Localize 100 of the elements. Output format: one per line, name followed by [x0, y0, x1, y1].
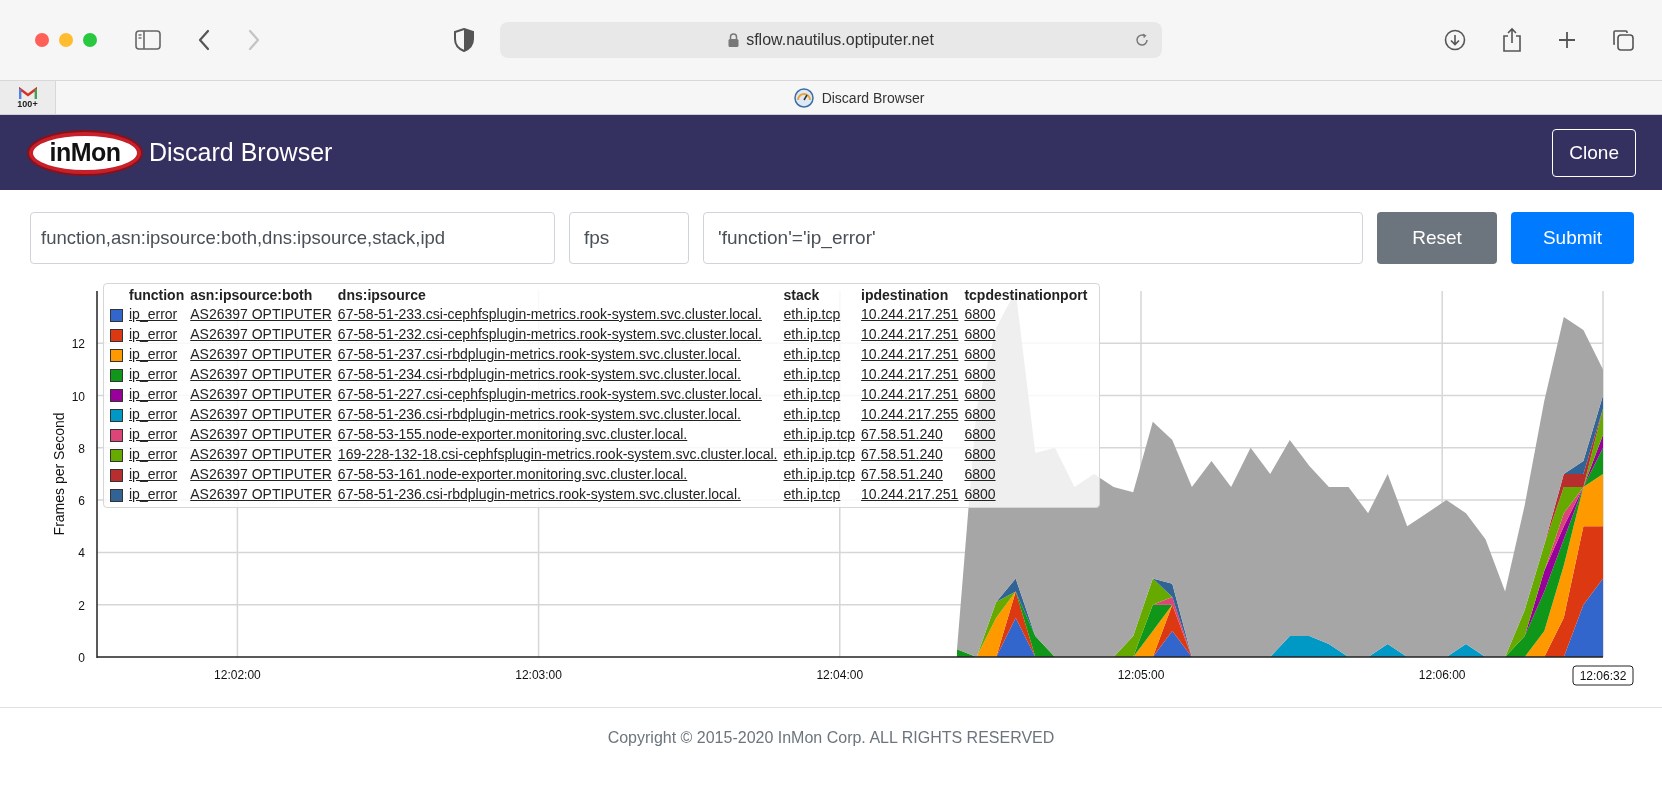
filter-link[interactable]: 6800	[964, 386, 996, 402]
shield-icon[interactable]	[454, 28, 474, 52]
filter-link[interactable]: 10.244.217.251	[861, 366, 959, 382]
filter-link[interactable]: AS26397 OPTIPUTER	[190, 346, 332, 362]
logo[interactable]: inMon	[29, 131, 141, 174]
axis-tick-label: 12:03:00	[515, 668, 562, 682]
filter-link[interactable]: AS26397 OPTIPUTER	[190, 366, 332, 382]
tabs-overview-icon[interactable]	[1612, 29, 1634, 51]
reload-icon[interactable]	[1134, 32, 1150, 48]
filter-link[interactable]: 10.244.217.251	[861, 326, 959, 342]
pinned-tab[interactable]: 100+	[0, 80, 56, 114]
filter-link[interactable]: eth.ip.tcp	[783, 346, 841, 362]
filter-link[interactable]: 67-58-51-233.csi-cephfsplugin-metrics.rook-system.svc.cluster.local.	[337, 306, 762, 322]
filter-link[interactable]: eth.ip.ip.tcp	[783, 466, 856, 482]
filter-link[interactable]: 6800	[964, 306, 996, 322]
time-marker-label: 12:06:32	[1572, 665, 1634, 686]
filter-link[interactable]: ip_error	[129, 466, 178, 482]
reset-button[interactable]: Reset	[1377, 212, 1497, 264]
filter-link[interactable]: 10.244.217.251	[861, 306, 959, 322]
filter-link[interactable]: 67-58-51-236.csi-rbdplugin-metrics.rook-system.svc.cluster.local.	[337, 486, 741, 502]
filter-link[interactable]: eth.ip.tcp	[783, 486, 841, 502]
back-icon[interactable]	[197, 29, 211, 51]
filter-link[interactable]: 10.244.217.251	[861, 486, 959, 502]
filter-link[interactable]: eth.ip.ip.tcp	[783, 426, 856, 442]
filter-link[interactable]: 10.244.217.255	[861, 406, 959, 422]
filter-link[interactable]: 6800	[964, 406, 996, 422]
filter-link[interactable]: eth.ip.ip.tcp	[783, 446, 856, 462]
filter-link[interactable]: 67-58-51-237.csi-rbdplugin-metrics.rook-system.svc.cluster.local.	[337, 346, 741, 362]
axis-tick-label: 12:04:00	[816, 668, 864, 682]
filter-link[interactable]: 169-228-132-18.csi-cephfsplugin-metrics.rook-system.svc.cluster.local.	[337, 446, 778, 462]
filter-link[interactable]: ip_error	[129, 346, 178, 362]
filter-link[interactable]: AS26397 OPTIPUTER	[190, 426, 332, 442]
unread-count: 100+	[17, 99, 38, 109]
filter-link[interactable]: 6800	[964, 366, 996, 382]
filter-link[interactable]: 67.58.51.240	[861, 426, 943, 442]
filter-link[interactable]: ip_error	[129, 386, 178, 402]
share-icon[interactable]	[1502, 27, 1522, 53]
filter-link[interactable]: 6800	[964, 446, 996, 462]
axis-tick-label: 12:02:00	[214, 668, 261, 682]
filter-link[interactable]: ip_error	[129, 366, 178, 382]
filter-link[interactable]: 67-58-51-227.csi-cephfsplugin-metrics.rook-system.svc.cluster.local.	[337, 386, 762, 402]
browser-tab[interactable]: Discard Browser	[56, 80, 1662, 114]
filter-link[interactable]: ip_error	[129, 326, 178, 342]
mail-icon	[18, 86, 37, 100]
filter-link[interactable]: 67-58-51-232.csi-cephfsplugin-metrics.rook-system.svc.cluster.local.	[337, 326, 762, 342]
filter-link[interactable]: eth.ip.tcp	[783, 406, 841, 422]
column-header: dns:ipsource	[337, 285, 427, 304]
clone-button[interactable]: Clone	[1552, 128, 1636, 177]
filter-link[interactable]: AS26397 OPTIPUTER	[190, 306, 332, 322]
lock-icon	[728, 33, 740, 47]
filter-link[interactable]: ip_error	[129, 406, 178, 422]
column-header: stack	[783, 284, 862, 304]
column-header: function	[129, 284, 191, 304]
filter-link[interactable]: eth.ip.tcp	[783, 366, 841, 382]
axis-tick-label: 0	[78, 651, 85, 665]
axis-tick-label: 6	[78, 494, 85, 509]
filter-link[interactable]: 6800	[964, 426, 996, 442]
axis-tick-label: 10	[71, 389, 85, 404]
axis-title: Frames per Second	[51, 412, 67, 536]
filter-field[interactable]: 'function'='ip_error'	[703, 212, 1363, 264]
filter-link[interactable]: AS26397 OPTIPUTER	[190, 406, 332, 422]
filter-link[interactable]: 6800	[964, 326, 996, 342]
filter-link[interactable]: AS26397 OPTIPUTER	[190, 446, 332, 462]
submit-button[interactable]: Submit	[1511, 212, 1634, 264]
filter-link[interactable]: 67-58-51-234.csi-rbdplugin-metrics.rook-system.svc.cluster.local.	[337, 366, 741, 382]
download-icon[interactable]	[1444, 29, 1466, 51]
axis-tick-label: 12	[71, 337, 85, 352]
new-tab-icon[interactable]	[1558, 31, 1576, 49]
filter-link[interactable]: 67.58.51.240	[861, 466, 943, 482]
filter-link[interactable]: eth.ip.tcp	[783, 306, 841, 322]
column-header: tcpdestinationport	[964, 285, 1089, 304]
filter-link[interactable]: AS26397 OPTIPUTER	[190, 466, 332, 482]
value-field[interactable]: fps	[569, 212, 689, 264]
filter-link[interactable]: ip_error	[129, 306, 178, 322]
filter-link[interactable]: 67-58-53-155.node-exporter.monitoring.svc.cluster.local.	[337, 426, 688, 442]
filter-link[interactable]: ip_error	[129, 426, 178, 442]
filter-link[interactable]: ip_error	[129, 486, 178, 502]
keys-field[interactable]: function,asn:ipsource:both,dns:ipsource,stack,ipd	[30, 212, 555, 264]
filter-link[interactable]: eth.ip.tcp	[783, 326, 841, 342]
filter-link[interactable]: 67-58-51-236.csi-rbdplugin-metrics.rook-system.svc.cluster.local.	[337, 406, 741, 422]
gauge-icon	[793, 87, 814, 108]
sidebar-icon[interactable]	[135, 30, 161, 50]
filter-link[interactable]: eth.ip.tcp	[783, 386, 841, 402]
filter-link[interactable]: 67.58.51.240	[861, 446, 943, 462]
axis-tick-label: 12:06:00	[1418, 668, 1466, 682]
address-bar[interactable]: sflow.nautilus.optiputer.net	[500, 22, 1162, 58]
column-header: asn:ipsource:both	[190, 284, 338, 304]
filter-link[interactable]: AS26397 OPTIPUTER	[190, 486, 332, 502]
filter-link[interactable]: 6800	[964, 346, 996, 362]
filter-link[interactable]: 67-58-53-161.node-exporter.monitoring.svc.cluster.local.	[337, 466, 688, 482]
axis-tick-label: 4	[78, 546, 85, 561]
filter-link[interactable]: 10.244.217.251	[861, 386, 959, 402]
filter-link[interactable]: AS26397 OPTIPUTER	[190, 386, 332, 402]
filter-link[interactable]: 10.244.217.251	[861, 346, 959, 362]
axis-tick-label: 12:05:00	[1117, 668, 1165, 682]
filter-link[interactable]: ip_error	[129, 446, 178, 462]
filter-link[interactable]: 6800	[964, 486, 996, 502]
window-controls-icon[interactable]	[34, 32, 98, 48]
filter-link[interactable]: 6800	[964, 466, 996, 482]
filter-link[interactable]: AS26397 OPTIPUTER	[190, 326, 332, 342]
